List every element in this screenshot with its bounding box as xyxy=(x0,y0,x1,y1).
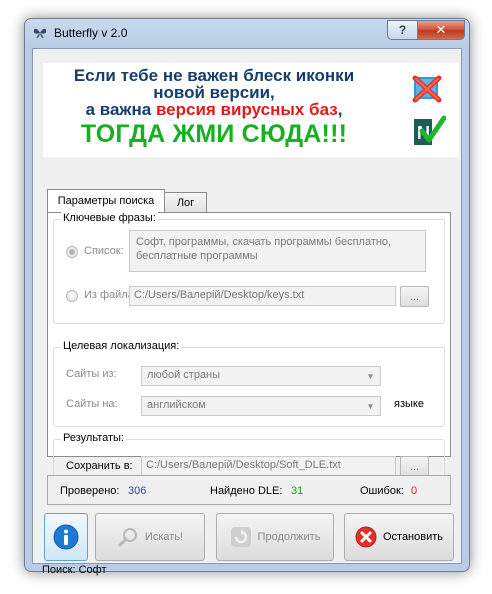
stop-icon xyxy=(355,526,377,548)
banner-line-3: а важна версия вирусных баз, xyxy=(43,100,385,120)
banner-line-3-prefix: а важна xyxy=(85,100,156,119)
info-button[interactable] xyxy=(44,513,88,561)
help-icon: ? xyxy=(398,23,407,37)
save-browse-button[interactable]: ... xyxy=(400,456,429,477)
search-params-panel: Ключевые фразы: Список: Софт, программы,… xyxy=(47,212,451,491)
sites-on-label: Сайты на: xyxy=(66,398,118,410)
app-window: Butterfly v 2.0 ? ✕ Если тебе не важен б… xyxy=(24,18,470,576)
errors-count: 0 xyxy=(411,485,418,497)
sites-on-value: английском xyxy=(147,399,206,411)
search-button[interactable]: Искать! xyxy=(95,513,205,561)
stop-button-label: Остановить xyxy=(382,531,444,543)
file-radio[interactable] xyxy=(66,290,78,302)
tab-log[interactable]: Лог xyxy=(164,192,207,212)
search-status-text: Поиск: Софт xyxy=(42,564,107,576)
title-bar[interactable]: Butterfly v 2.0 ? ✕ xyxy=(25,19,469,47)
refresh-icon xyxy=(230,527,251,547)
chevron-down-icon: ▼ xyxy=(366,401,375,411)
keyphrases-file-field[interactable]: C:/Users/Валерій/Desktop/keys.txt xyxy=(129,286,396,306)
language-suffix: языке xyxy=(394,398,424,410)
magnifier-icon xyxy=(118,528,137,547)
sites-on-select[interactable]: английском ▼ xyxy=(141,396,381,416)
tab-search-params-label: Параметры поиска xyxy=(57,195,155,207)
localization-group: Целевая локализация: Сайты из: любой стр… xyxy=(53,340,445,427)
help-button[interactable]: ? xyxy=(387,20,418,40)
found-count: 31 xyxy=(291,485,304,497)
keyphrases-legend: Ключевые фразы: xyxy=(61,212,158,224)
continue-button[interactable]: Продолжить xyxy=(216,513,334,561)
save-path-field[interactable]: C:/Users/Валерій/Desktop/Soft_DLE.txt xyxy=(141,456,396,476)
info-icon xyxy=(53,524,79,550)
banner-line-4: ТОГДА ЖМИ СЮДА!!! xyxy=(80,120,348,148)
localization-legend: Целевая локализация: xyxy=(61,340,182,352)
search-button-label: Искать! xyxy=(144,531,184,543)
checked-label: Проверено: xyxy=(60,485,120,497)
continue-button-label: Продолжить xyxy=(257,531,321,543)
close-icon: ✕ xyxy=(435,22,447,37)
sites-from-value: любой страны xyxy=(147,369,221,381)
banner-line-3-suffix: , xyxy=(337,100,343,119)
chevron-down-icon: ▼ xyxy=(366,371,375,381)
list-radio[interactable] xyxy=(66,246,78,258)
tab-search-params[interactable]: Параметры поиска xyxy=(47,189,165,212)
butterfly-icon xyxy=(33,28,47,39)
close-button[interactable]: ✕ xyxy=(417,20,465,40)
keyphrases-browse-button[interactable]: ... xyxy=(400,286,429,307)
status-bar: Проверено: 306 Найдено DLE: 31 Ошибок: 0 xyxy=(47,475,451,505)
sites-from-select[interactable]: любой страны ▼ xyxy=(141,366,381,386)
keyphrases-list-field[interactable]: Софт, программы, скачать программы беспл… xyxy=(129,230,426,272)
nod32-check-icon: N xyxy=(414,115,446,145)
found-label: Найдено DLE: xyxy=(210,485,283,497)
client-area: Если тебе не важен блеск иконки новой ве… xyxy=(32,48,462,576)
stop-button[interactable]: Остановить xyxy=(344,513,454,561)
results-legend: Результаты: xyxy=(61,432,126,444)
save-label: Сохранить в: xyxy=(66,460,133,472)
keyphrases-group: Ключевые фразы: Список: Софт, программы,… xyxy=(53,212,445,324)
update-banner[interactable]: Если тебе не важен блеск иконки новой ве… xyxy=(43,63,459,157)
sites-from-label: Сайты из: xyxy=(66,368,117,380)
window-title: Butterfly v 2.0 xyxy=(54,26,128,40)
checked-count: 306 xyxy=(128,485,147,497)
banner-line-3-red: версия вирусных баз xyxy=(155,100,338,119)
outdated-icon xyxy=(412,75,442,103)
tab-log-label: Лог xyxy=(176,196,195,209)
errors-label: Ошибок: xyxy=(360,485,404,497)
list-label: Список: xyxy=(84,245,124,257)
